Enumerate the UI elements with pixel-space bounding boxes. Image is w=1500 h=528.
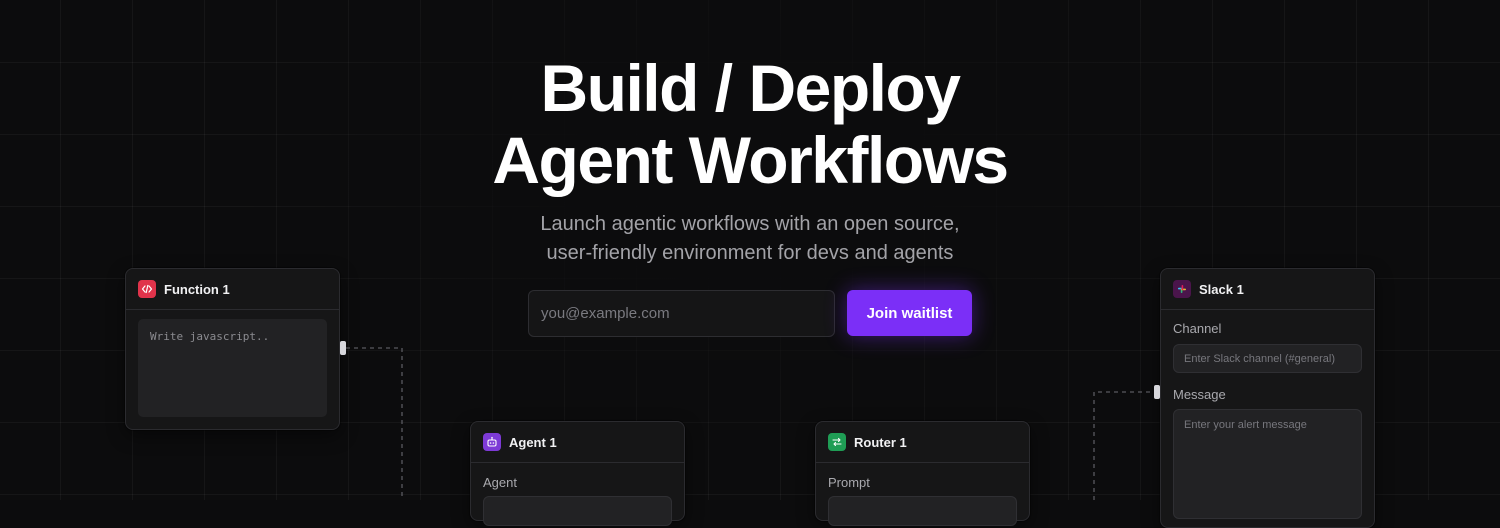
headline-line-2: Agent Workflows	[492, 123, 1009, 197]
router-node-card[interactable]: Router 1 Prompt	[815, 421, 1030, 526]
slack-message-input[interactable]: Enter your alert message	[1173, 409, 1362, 519]
join-waitlist-button[interactable]: Join waitlist	[847, 290, 972, 336]
hero-headline: Build / Deploy Agent Workflows	[0, 52, 1500, 196]
slack-message-placeholder: Enter your alert message	[1184, 419, 1307, 431]
slack-channel-placeholder: Enter Slack channel (#general)	[1184, 352, 1336, 365]
code-icon	[138, 280, 156, 298]
slack-message-label: Message	[1173, 387, 1226, 402]
slack-icon	[1173, 280, 1191, 298]
code-placeholder: Write javascript..	[150, 330, 270, 343]
robot-icon	[483, 433, 501, 451]
headline-line-1: Build / Deploy	[540, 51, 961, 125]
router-prompt-input[interactable]	[828, 496, 1017, 526]
email-input[interactable]	[528, 290, 835, 337]
slack-node-card[interactable]: Slack 1 Channel Enter Slack channel (#ge…	[1160, 268, 1375, 528]
function-node-card[interactable]: Function 1 Write javascript..	[125, 268, 340, 430]
agent-node-card[interactable]: Agent 1 Agent	[470, 421, 685, 526]
slack-node-header: Slack 1	[1161, 269, 1374, 310]
connector-router-to-slack	[1093, 391, 1155, 500]
router-field-label: Prompt	[828, 475, 870, 490]
function-output-handle[interactable]	[340, 341, 346, 355]
slack-channel-input[interactable]: Enter Slack channel (#general)	[1173, 344, 1362, 373]
slack-input-handle[interactable]	[1154, 385, 1160, 399]
subtitle-line-1: Launch agentic workflows with an open so…	[540, 213, 960, 235]
connector-function-to-agent	[346, 347, 403, 500]
router-node-title: Router 1	[854, 434, 907, 450]
subtitle-line-2: user-friendly environment for devs and a…	[546, 242, 954, 264]
function-node-title: Function 1	[164, 281, 230, 297]
router-node-header: Router 1	[816, 422, 1029, 463]
agent-node-header: Agent 1	[471, 422, 684, 463]
function-node-header: Function 1	[126, 269, 339, 310]
slack-node-title: Slack 1	[1199, 281, 1244, 297]
hero-subtitle: Launch agentic workflows with an open so…	[0, 210, 1500, 268]
function-code-editor[interactable]: Write javascript..	[138, 319, 327, 417]
slack-channel-label: Channel	[1173, 321, 1222, 336]
router-icon	[828, 433, 846, 451]
agent-field-label: Agent	[483, 475, 517, 490]
agent-node-title: Agent 1	[509, 434, 557, 450]
agent-select[interactable]	[483, 496, 672, 526]
